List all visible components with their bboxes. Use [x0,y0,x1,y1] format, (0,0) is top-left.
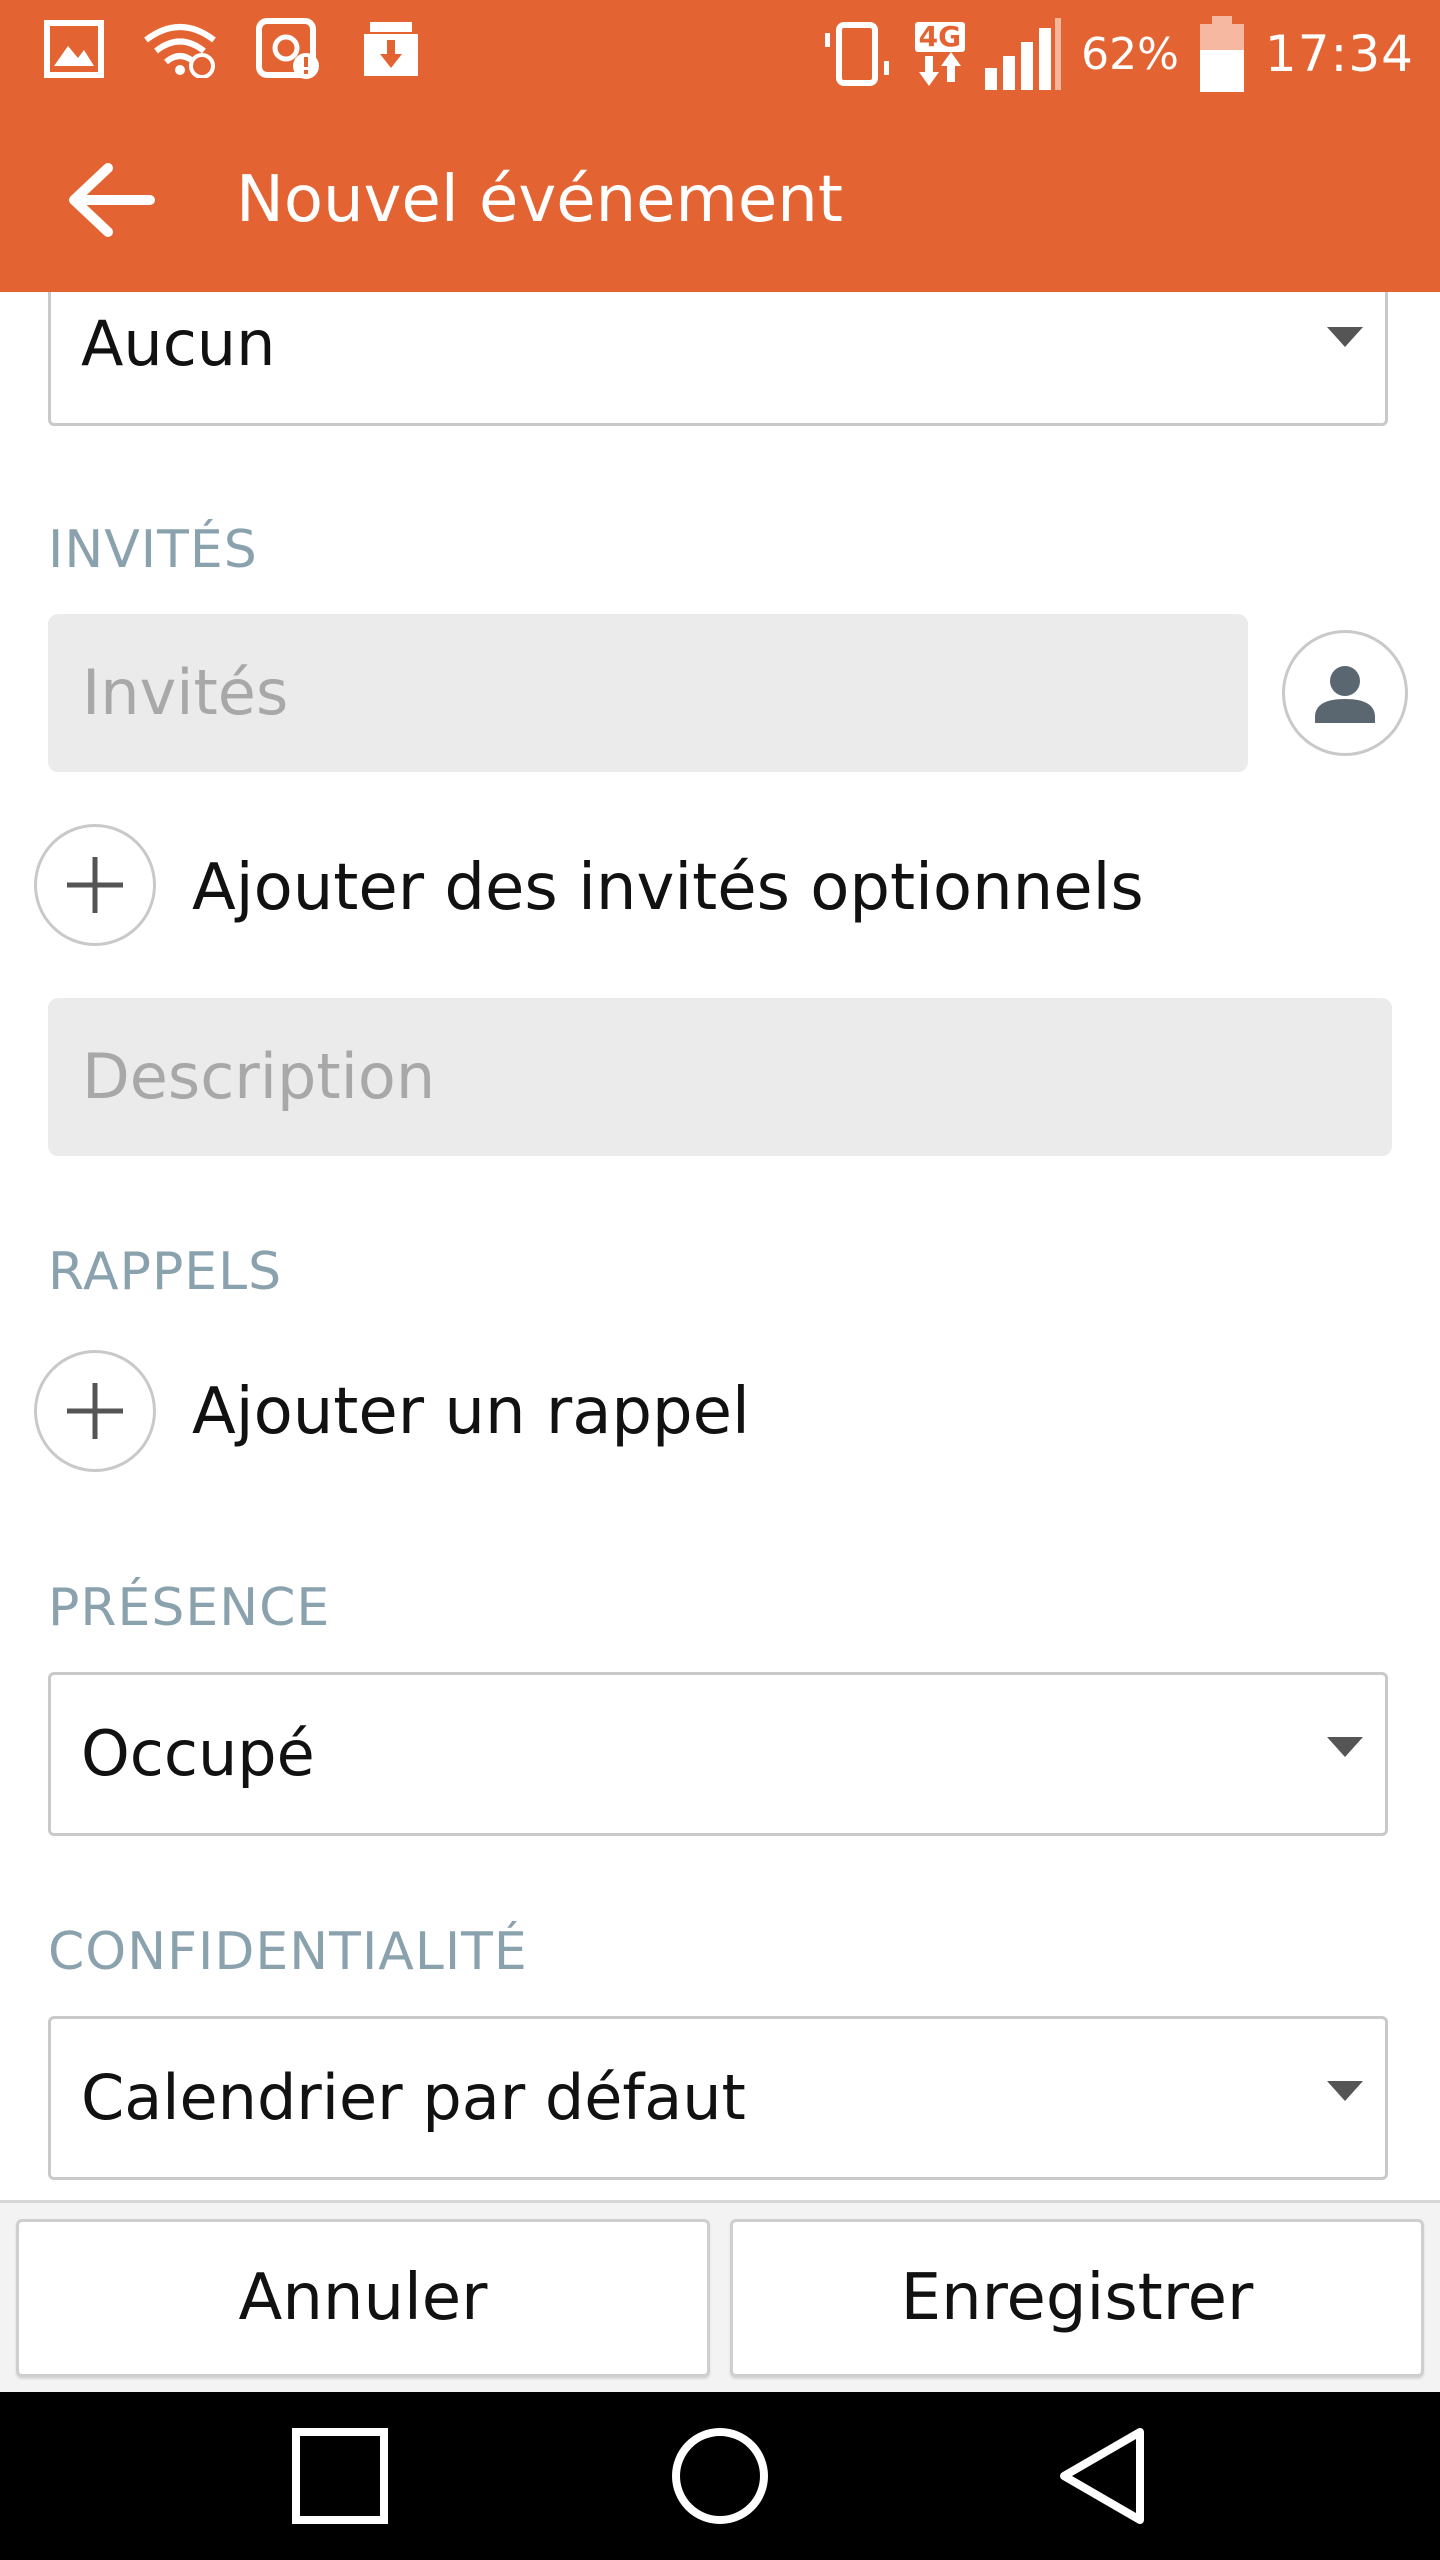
arrow-back-icon [69,163,155,237]
plus-icon [67,857,123,913]
event-form: Aucun INVITÉS Invités Ajouter des invité… [0,292,1440,2200]
status-bar: 4G 62% 17:34 [0,0,1440,108]
add-optional-guests-label[interactable]: Ajouter des invités optionnels [192,850,1144,926]
recents-icon[interactable] [290,2426,390,2526]
section-reminders: RAPPELS [48,1242,283,1302]
page-title: Nouvel événement [236,163,843,237]
description-placeholder: Description [82,1040,436,1113]
app-bar: Nouvel événement [0,108,1440,292]
privacy-value: Calendrier par défaut [81,2061,746,2134]
dropdown-arrow-icon [1327,327,1363,347]
system-nav-bar [0,2392,1440,2560]
home-icon[interactable] [668,2426,772,2530]
section-guests: INVITÉS [48,520,258,580]
action-bar: Annuler Enregistrer [0,2200,1440,2392]
data-arrows-icon [918,52,961,86]
description-input[interactable]: Description [48,998,1392,1156]
clock: 17:34 [1264,25,1414,83]
network-type-badge: 4G [914,22,966,86]
signal-icon [985,18,1062,90]
store-download-icon [364,22,418,76]
vibrate-icon [824,22,889,86]
person-icon [1315,666,1375,723]
section-privacy: CONFIDENTIALITÉ [48,1922,528,1982]
wifi-icon [144,24,216,78]
notification-icons [44,18,422,80]
presence-value: Occupé [81,1717,315,1790]
mail-alert-icon [256,18,319,79]
section-presence: PRÉSENCE [48,1578,331,1638]
add-reminder-label[interactable]: Ajouter un rappel [192,1374,750,1450]
add-optional-guests-button[interactable] [34,824,156,946]
add-reminder-button[interactable] [34,1350,156,1472]
guests-input[interactable]: Invités [48,614,1248,772]
cancel-button[interactable]: Annuler [16,2219,710,2377]
dropdown-arrow-icon [1327,2081,1363,2101]
back-button[interactable] [64,160,160,240]
network-type-label: 4G [914,22,966,52]
plus-icon [67,1383,123,1439]
dropdown-arrow-icon [1327,1737,1363,1757]
contacts-button[interactable] [1282,630,1408,756]
battery-icon [1199,16,1244,92]
top-select[interactable]: Aucun [48,292,1388,426]
presence-select[interactable]: Occupé [48,1672,1388,1836]
battery-percent: 62% [1081,28,1179,80]
guests-placeholder: Invités [82,656,289,729]
privacy-select[interactable]: Calendrier par défaut [48,2016,1388,2180]
top-select-value: Aucun [81,307,276,380]
gallery-icon [44,20,104,78]
back-nav-icon[interactable] [1054,2426,1150,2526]
system-status: 4G 62% 17:34 [817,14,1414,94]
save-button[interactable]: Enregistrer [730,2219,1424,2377]
